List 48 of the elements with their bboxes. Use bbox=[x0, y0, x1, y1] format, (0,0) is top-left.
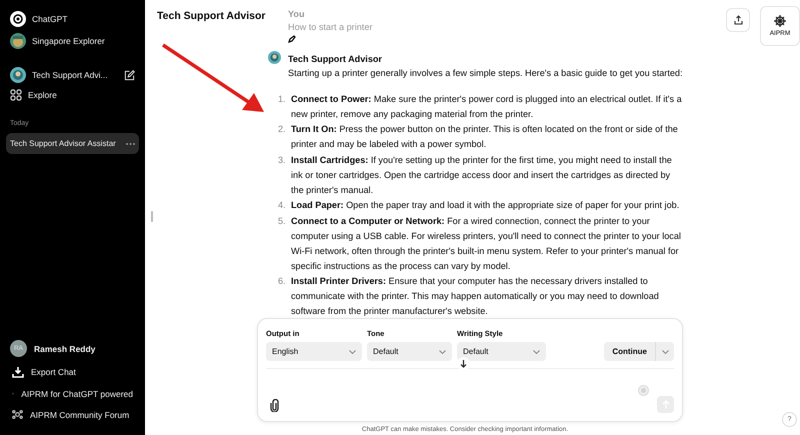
sidebar-item[interactable]: Explore bbox=[6, 86, 139, 104]
share-button[interactable] bbox=[726, 8, 750, 32]
gpt-avatar-icon bbox=[268, 51, 281, 64]
message-text: Starting up a printer generally involves a few simple steps. Here's a basic guide to get you started: bbox=[288, 67, 683, 80]
list-number: 5. bbox=[278, 215, 287, 228]
resize-handle[interactable] bbox=[151, 211, 153, 222]
list-number: 3. bbox=[278, 154, 287, 167]
chevron-down-icon bbox=[533, 350, 540, 354]
sidebar-link[interactable]: AIPRM for ChatGPT powered bbox=[6, 383, 139, 404]
list-number: 4. bbox=[278, 199, 287, 212]
chevron-down-icon bbox=[349, 350, 356, 354]
user-name[interactable]: Ramesh Reddy bbox=[34, 344, 96, 354]
list-number: 2. bbox=[278, 123, 287, 136]
gpt-avatar-icon bbox=[10, 33, 26, 49]
sidebar-link[interactable]: Export Chat bbox=[6, 361, 139, 383]
download-icon bbox=[12, 366, 24, 378]
step-text: Install Printer Drivers: Ensure that your computer has the necessary drivers installed to communicate with the printer. This may happen automatically or you may need to download software from the printer manufacturer's website. bbox=[291, 275, 660, 318]
dropdown[interactable]: Default bbox=[367, 342, 452, 361]
chat-history-item[interactable]: Tech Support Advisor Assistar bbox=[6, 133, 139, 154]
dropdown[interactable]: English bbox=[266, 342, 362, 361]
sidebar-link[interactable]: AIPRM Community Forum bbox=[6, 404, 139, 425]
list-number: 6. bbox=[278, 275, 287, 288]
message-author: You bbox=[288, 8, 306, 21]
gpt-avatar-icon bbox=[10, 67, 26, 83]
sidebar-item[interactable]: ChatGPT bbox=[6, 8, 139, 30]
dropdown[interactable]: Default bbox=[457, 342, 546, 361]
step-text: Install Cartridges: If you're setting up the printer for the first time, you might need to install the ink or toner cartridges. Open the cartridge access door and insert the cartridges as directed by the printer's manual. bbox=[291, 154, 673, 197]
grid-icon bbox=[10, 89, 22, 101]
people-icon bbox=[12, 409, 23, 420]
sidebar-item[interactable]: Tech Support Advi... bbox=[6, 64, 139, 86]
message-text: How to start a printer bbox=[288, 21, 374, 34]
arrow-down-icon bbox=[460, 360, 467, 368]
chatgpt-logo-icon bbox=[10, 11, 26, 27]
message-author: Tech Support Advisor bbox=[288, 53, 383, 66]
chevron-down-icon bbox=[439, 350, 446, 354]
step-text: Load Paper: Open the paper tray and load it with the appropriate size of paper for your print job. bbox=[291, 199, 680, 212]
list-number: 1. bbox=[278, 92, 287, 106]
model-selector[interactable]: Tech Support Advisor bbox=[145, 0, 268, 318]
pencil-icon[interactable] bbox=[288, 35, 296, 43]
share-icon bbox=[734, 15, 742, 25]
step-text: Connect to a Computer or Network: For a wired connection, connect the printer to your computer using a USB cable. For wireless printers, you'll need to connect the printer to your local Wi-Fi network, often through the printer's built-in menu system. Refer to your printer's manual for specific instructions as the process can vary by model. bbox=[291, 215, 682, 273]
step-text: Connect to Power: Make sure the printer's power cord is plugged into an electrical outlet. If it's a new printer, remove any packaging material from the printer. bbox=[291, 92, 683, 121]
aiprm-logo-icon bbox=[773, 15, 787, 27]
step-text: Turn It On: Press the power button on the printer. This is often located on the front or side of the printer and may be labeled with a power symbol. bbox=[291, 123, 679, 152]
sidebar-item[interactable]: Singapore Explorer bbox=[6, 30, 139, 52]
paperclip-icon[interactable] bbox=[270, 399, 279, 412]
chevron-down-icon bbox=[662, 350, 668, 354]
edit-icon[interactable] bbox=[124, 70, 135, 80]
